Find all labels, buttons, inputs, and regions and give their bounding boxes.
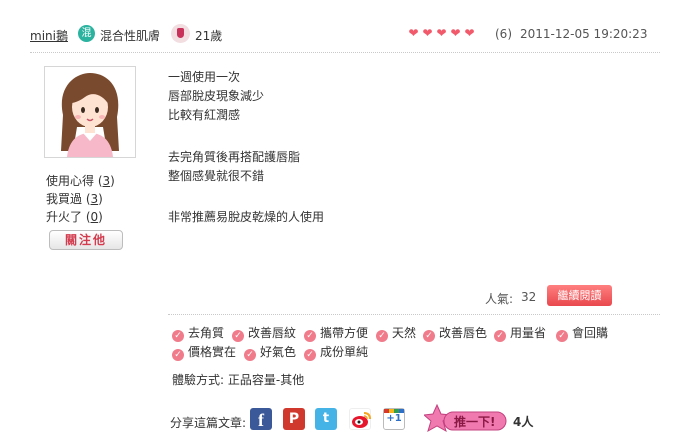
check-icon: ✓ xyxy=(304,349,316,361)
push-button[interactable]: 推一下! xyxy=(422,403,508,434)
check-icon: ✓ xyxy=(304,330,316,342)
push-count: 4人 xyxy=(513,415,534,429)
tags-divider xyxy=(168,314,660,315)
post-date: 2011-12-05 19:20:23 xyxy=(520,27,648,41)
check-icon: ✓ xyxy=(556,330,568,342)
tag-item: ✓ 成份單純 xyxy=(304,343,368,361)
push-label: 推一下! xyxy=(454,415,496,429)
share-label: 分享這篇文章: xyxy=(170,416,247,430)
tag-item: ✓ 用量省 xyxy=(494,324,546,342)
stat-purchased: 我買過 (3) xyxy=(46,192,103,206)
rating-count: (6) xyxy=(495,27,512,41)
popularity-value: 32 xyxy=(521,290,537,304)
check-icon: ✓ xyxy=(232,330,244,342)
age-icon xyxy=(171,24,190,43)
stat-reviews: 使用心得 (3) xyxy=(46,174,115,188)
stat-fire: 升火了 (0) xyxy=(46,210,103,224)
weibo-glyph-icon xyxy=(352,412,371,428)
tag-item: ✓ 天然 xyxy=(376,324,416,342)
girl-avatar-icon xyxy=(45,67,135,157)
check-icon: ✓ xyxy=(172,349,184,361)
facebook-icon[interactable]: f xyxy=(250,408,272,430)
heart-icon: ❤ xyxy=(408,26,418,40)
plurk-icon[interactable]: P xyxy=(283,408,305,430)
tag-item: ✓ 好氣色 xyxy=(244,343,296,361)
heart-icon: ❤ xyxy=(450,26,460,40)
check-icon: ✓ xyxy=(423,330,435,342)
age-label: 21歲 xyxy=(195,29,223,43)
user-avatar[interactable] xyxy=(44,66,136,158)
stat-label: 使用心得 xyxy=(46,174,95,188)
heart-icon: ❤ xyxy=(436,26,446,40)
review-line: 去完角質後再搭配護唇脂 xyxy=(168,150,301,164)
stat-label: 升火了 xyxy=(46,210,83,224)
tag-item: ✓ 改善唇色 xyxy=(423,324,487,342)
google-plus-icon[interactable]: +1 xyxy=(383,408,405,430)
tag-item: ✓ 攜帶方便 xyxy=(304,324,368,342)
check-icon: ✓ xyxy=(172,330,184,342)
heart-icon: ❤ xyxy=(464,26,474,40)
review-header: mini鵝 混 混合性肌膚 21歲 ❤ ❤ ❤ ❤ ❤ (6) 2011-12-05 1… xyxy=(0,0,678,46)
review-line: 非常推薦易脫皮乾燥的人使用 xyxy=(168,210,325,224)
tag-item: ✓ 改善唇紋 xyxy=(232,324,296,342)
review-line: 唇部脫皮現象減少 xyxy=(168,89,265,103)
experience-method: 體驗方式: 正品容量-其他 xyxy=(172,373,305,387)
check-icon: ✓ xyxy=(376,330,388,342)
stat-label: 我買過 xyxy=(46,192,83,206)
check-icon: ✓ xyxy=(494,330,506,342)
skin-type-icon: 混 xyxy=(78,25,95,42)
tag-item: ✓ 會回購 xyxy=(556,324,608,342)
tag-item: ✓ 價格實在 xyxy=(172,343,236,361)
weibo-icon[interactable] xyxy=(349,408,371,430)
rating-hearts: ❤ ❤ ❤ ❤ ❤ xyxy=(406,26,476,40)
read-more-button[interactable]: 繼續閱讀 xyxy=(547,285,612,306)
twitter-icon[interactable]: t xyxy=(315,408,337,430)
tag-item: ✓ 去角質 xyxy=(172,324,224,342)
review-line: 整個感覺就很不錯 xyxy=(168,169,265,183)
header-divider xyxy=(30,52,660,53)
check-icon: ✓ xyxy=(244,349,256,361)
username-link[interactable]: mini鵝 xyxy=(30,27,68,44)
heart-icon: ❤ xyxy=(422,26,432,40)
stat-value-link[interactable]: 3 xyxy=(91,192,99,206)
follow-button[interactable]: 關注他 xyxy=(49,230,123,250)
skin-type-label: 混合性肌膚 xyxy=(100,29,161,43)
popularity-label: 人氣: xyxy=(485,292,514,306)
review-line: 一週使用一次 xyxy=(168,70,241,84)
review-line: 比較有紅潤感 xyxy=(168,108,241,122)
stat-value-link[interactable]: 0 xyxy=(91,210,99,224)
stat-value-link[interactable]: 3 xyxy=(103,174,111,188)
